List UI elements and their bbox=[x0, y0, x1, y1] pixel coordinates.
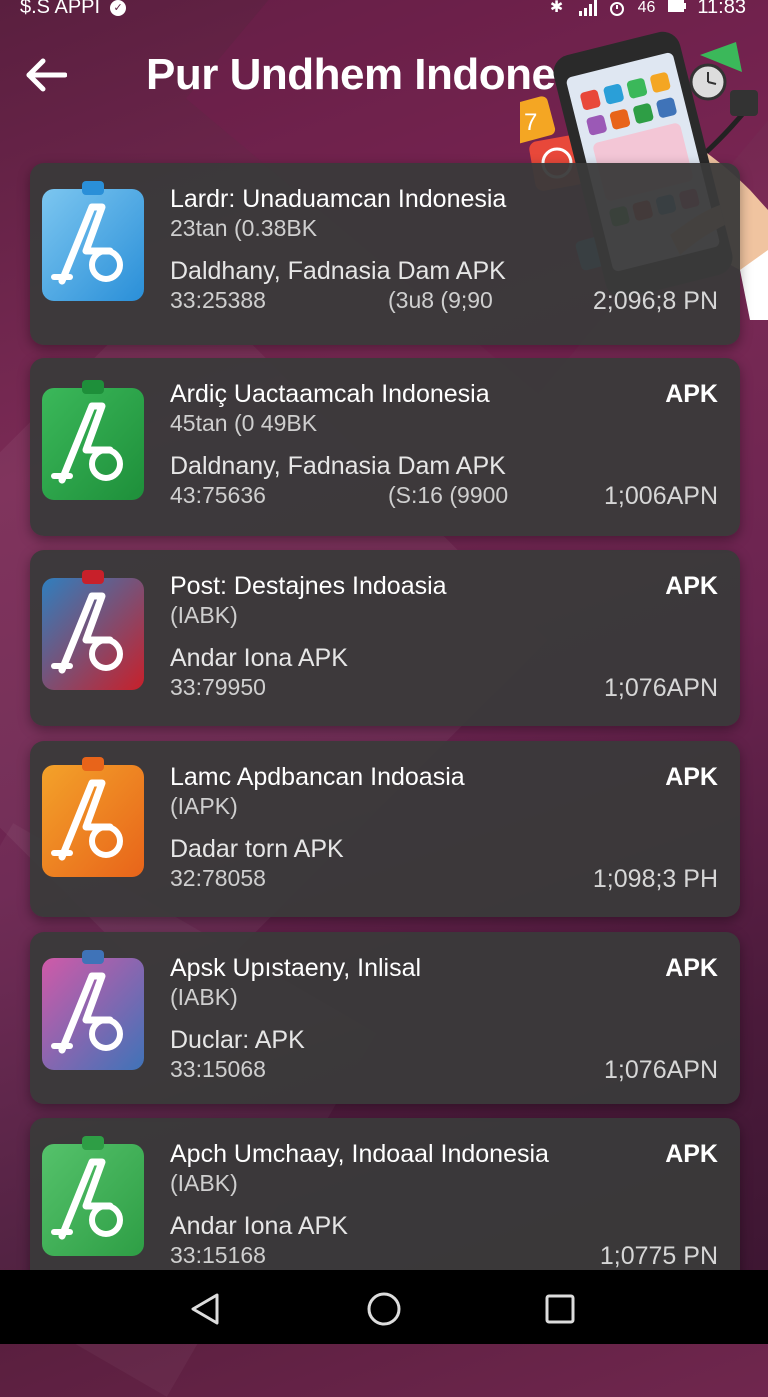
app-card[interactable]: Ardiç Uactaamcah Indonesia 45tan (0 49BK D… bbox=[30, 358, 740, 536]
app-downloads: 1;076APN bbox=[604, 674, 718, 702]
apk-badge[interactable]: APK bbox=[665, 572, 718, 601]
alarm-icon bbox=[608, 0, 626, 17]
app-size: (IABK) bbox=[170, 1170, 238, 1196]
app-size: (IABK) bbox=[170, 984, 238, 1010]
svg-text:7: 7 bbox=[524, 109, 537, 136]
app-version: 33:15168 bbox=[170, 1242, 266, 1268]
app-title: Apch Umchaay, Indoaal Indonesia bbox=[170, 1140, 549, 1168]
app-logo-icon bbox=[42, 181, 144, 301]
arrow-left-icon bbox=[26, 58, 67, 92]
bluetooth-icon: ✱ bbox=[549, 0, 564, 16]
app-size: (IABK) bbox=[170, 602, 238, 628]
app-size: (IAPK) bbox=[170, 793, 238, 819]
app-downloads: 1;0775 PN bbox=[599, 1242, 718, 1270]
app-logo-icon bbox=[42, 570, 144, 690]
app-size: 45tan (0 49BK bbox=[170, 410, 318, 436]
app-icon bbox=[40, 570, 146, 694]
app-logo-icon bbox=[42, 1136, 144, 1256]
app-logo-icon bbox=[42, 757, 144, 877]
circle-home-icon bbox=[367, 1292, 401, 1326]
notification-icon: ✓ bbox=[110, 0, 127, 16]
back-button[interactable] bbox=[20, 52, 70, 98]
app-icon bbox=[40, 757, 146, 881]
app-rating: (3u8 (9;90 bbox=[388, 287, 493, 313]
app-card[interactable]: Post: Destajnes Indoasia (IABK) Andar Iona… bbox=[30, 550, 740, 726]
app-card[interactable]: Apsk Upıstaeny, Inlisal (IABK) Duclar: APK… bbox=[30, 932, 740, 1104]
app-version: 33:25388 bbox=[170, 287, 266, 313]
app-title: Lardr: Unaduamcan Indonesia bbox=[170, 185, 507, 213]
app-developer: Andar Iona APK bbox=[170, 644, 348, 672]
app-developer: Daldnany, Fadnasia Dam APK bbox=[170, 452, 506, 480]
app-downloads: 1;006APN bbox=[604, 482, 718, 510]
app-title: Ardiç Uactaamcah Indonesia bbox=[170, 380, 490, 408]
app-developer: Duclar: APK bbox=[170, 1026, 305, 1054]
app-size: 23tan (0.38BK bbox=[170, 215, 318, 241]
app-downloads: 2;096;8 PN bbox=[592, 287, 718, 315]
app-card[interactable]: Lardr: Unaduamcan Indonesia 23tan (0.38BK… bbox=[30, 163, 740, 345]
square-recents-icon bbox=[545, 1294, 575, 1324]
app-version: 33:15068 bbox=[170, 1056, 266, 1082]
app-version: 43:75636 bbox=[170, 482, 266, 508]
nav-recents-button[interactable] bbox=[535, 1284, 585, 1334]
nav-home-button[interactable] bbox=[359, 1284, 409, 1334]
app-rating: (S:16 (9900 bbox=[388, 482, 509, 508]
app-developer: Dadar torn APK bbox=[170, 835, 344, 863]
apk-badge[interactable]: APK bbox=[665, 763, 718, 792]
app-developer: Andar Iona APK bbox=[170, 1212, 348, 1240]
nav-back-button[interactable] bbox=[180, 1284, 230, 1334]
apk-badge[interactable]: APK bbox=[665, 954, 718, 983]
app-logo-icon bbox=[42, 950, 144, 1070]
signal-icon bbox=[578, 0, 597, 17]
apk-badge[interactable]: APK bbox=[665, 1140, 718, 1169]
app-icon bbox=[40, 181, 146, 305]
app-title: Apsk Upıstaeny, Inlisal bbox=[170, 954, 422, 982]
app-developer: Daldhany, Fadnasia Dam APK bbox=[170, 257, 506, 285]
clock: 11:83 bbox=[697, 0, 746, 18]
signal-text: 46 bbox=[637, 0, 656, 16]
app-version: 33:79950 bbox=[170, 674, 266, 700]
app-version: 32:78058 bbox=[170, 865, 266, 891]
app-icon bbox=[40, 950, 146, 1074]
triangle-back-icon bbox=[191, 1293, 219, 1325]
apk-badge[interactable]: APK bbox=[665, 380, 718, 409]
app-title: Lamc Apdbancan Indoasia bbox=[170, 763, 465, 791]
carrier-label: $.S APPI bbox=[20, 0, 101, 18]
navigation-bar bbox=[0, 1270, 768, 1344]
app-icon bbox=[40, 380, 146, 504]
status-bar: $.S APPI ✓ ✱ 46 11:83 bbox=[0, 0, 768, 22]
app-title: Post: Destajnes Indoasia bbox=[170, 572, 447, 600]
app-downloads: 1;076APN bbox=[604, 1056, 718, 1084]
app-icon bbox=[40, 1136, 146, 1260]
app-downloads: 1;098;3 PH bbox=[592, 865, 718, 893]
app-card[interactable]: Lamc Apdbancan Indoasia (IAPK) Dadar torn … bbox=[30, 741, 740, 917]
status-right: ✱ 46 11:83 bbox=[548, 0, 746, 19]
app-logo-icon bbox=[42, 380, 144, 500]
status-left: $.S APPI ✓ bbox=[20, 0, 127, 19]
battery-icon bbox=[667, 0, 687, 17]
